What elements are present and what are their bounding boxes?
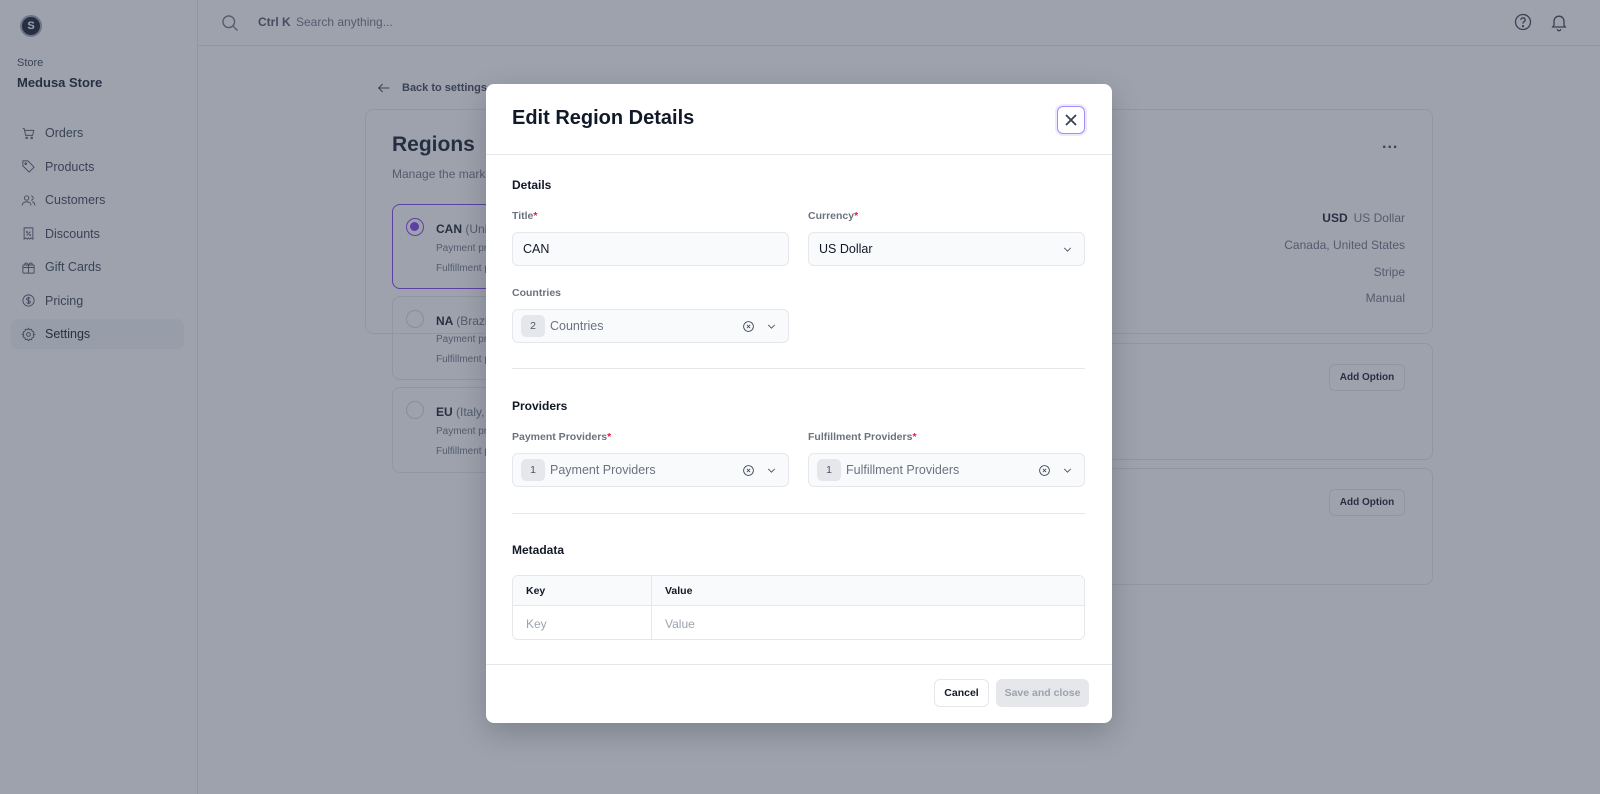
fulfillment-count-badge: 1 [817,459,841,481]
metadata-table: Key Value [512,575,1085,640]
chevron-down-icon[interactable] [765,464,778,477]
edit-region-modal: Edit Region Details Details Title* CAN C… [486,84,1112,723]
section-divider [512,513,1085,514]
countries-label: Countries [512,287,562,299]
close-icon [1065,114,1077,126]
currency-select[interactable]: US Dollar [808,232,1085,266]
metadata-value-header: Value [665,585,693,597]
metadata-value-input[interactable] [652,607,1084,639]
chevron-down-icon[interactable] [765,320,778,333]
title-input[interactable]: CAN [512,232,789,266]
countries-placeholder: Countries [550,319,604,333]
clear-icon[interactable] [742,320,755,333]
cancel-button[interactable]: Cancel [934,679,989,707]
clear-icon[interactable] [1038,464,1051,477]
clear-icon[interactable] [742,464,755,477]
section-divider [512,368,1085,369]
payment-placeholder: Payment Providers [550,463,656,477]
modal-header: Edit Region Details [486,84,1112,155]
payment-count-badge: 1 [521,459,545,481]
countries-count-badge: 2 [521,315,545,337]
metadata-key-input[interactable] [513,607,650,639]
save-and-close-button[interactable]: Save and close [996,679,1089,707]
fulfillment-providers-multiselect[interactable]: 1 Fulfillment Providers [808,453,1085,487]
payment-providers-multiselect[interactable]: 1 Payment Providers [512,453,789,487]
metadata-table-header [513,576,1084,606]
modal-footer: Cancel Save and close [486,664,1112,723]
details-section-title: Details [512,178,552,192]
fulfillment-placeholder: Fulfillment Providers [846,463,960,477]
chevron-down-icon [1061,243,1074,256]
chevron-down-icon[interactable] [1061,464,1074,477]
modal-title: Edit Region Details [512,107,695,129]
metadata-key-header: Key [526,585,546,597]
title-label: Title* [512,210,538,222]
close-button[interactable] [1057,106,1085,134]
metadata-section-title: Metadata [512,543,565,557]
countries-multiselect[interactable]: 2 Countries [512,309,789,343]
currency-label: Currency* [808,210,859,222]
providers-section-title: Providers [512,399,568,413]
fulfillment-providers-label: Fulfillment Providers* [808,431,917,443]
payment-providers-label: Payment Providers* [512,431,612,443]
